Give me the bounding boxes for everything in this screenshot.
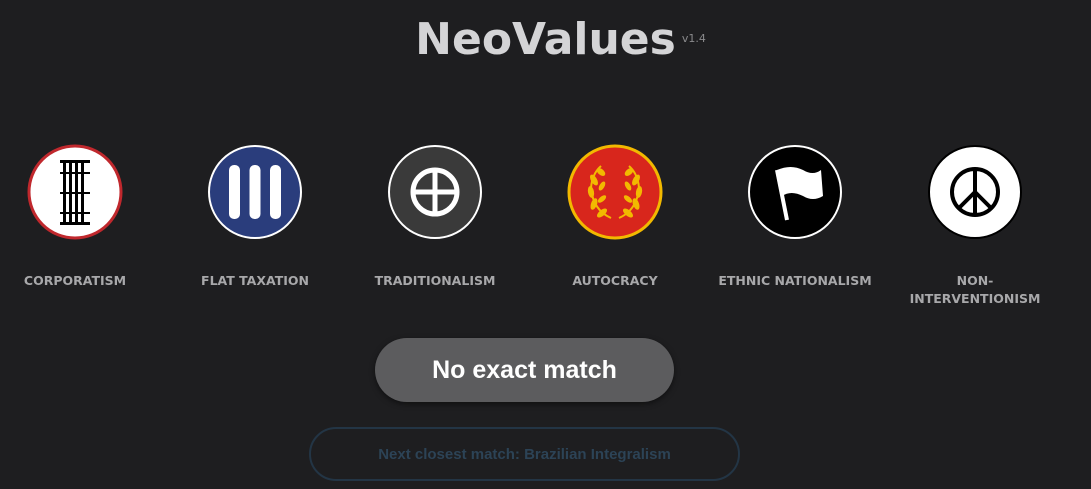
three-bars-icon (208, 145, 302, 239)
value-corporatism: CORPORATISM (0, 144, 155, 290)
value-non-interventionism: NON-INTERVENTIONISM (895, 144, 1055, 308)
values-row: CORPORATISM FLAT TAXATION TRADITIONALISM (0, 144, 1091, 324)
value-autocracy: AUTOCRACY (535, 144, 695, 290)
header: NeoValues v1.4 (0, 14, 1091, 65)
value-ethnic-nationalism: ETHNIC NATIONALISM (715, 144, 875, 290)
peace-icon (928, 145, 1022, 239)
value-label: AUTOCRACY (572, 273, 658, 288)
laurel-wreath-icon (567, 144, 663, 240)
value-label: NON-INTERVENTIONISM (909, 273, 1041, 306)
value-label: ETHNIC NATIONALISM (718, 273, 872, 288)
fasces-icon (27, 144, 123, 240)
flag-icon (748, 145, 842, 239)
value-label: CORPORATISM (23, 273, 127, 288)
neovalues-results-page: NeoValues v1.4 CORPORATISM FLAT TAXATION… (0, 0, 1091, 489)
version-label: v1.4 (681, 32, 706, 45)
match-result-button[interactable]: No exact match (375, 338, 674, 402)
next-closest-match-button[interactable]: Next closest match: Brazilian Integralis… (309, 427, 740, 481)
value-traditionalism: TRADITIONALISM (355, 144, 515, 290)
value-label: FLAT TAXATION (201, 273, 309, 288)
value-flat-taxation: FLAT TAXATION (175, 144, 335, 290)
value-label: TRADITIONALISM (374, 273, 496, 288)
sun-cross-icon (388, 145, 482, 239)
page-title: NeoValues (415, 14, 676, 65)
